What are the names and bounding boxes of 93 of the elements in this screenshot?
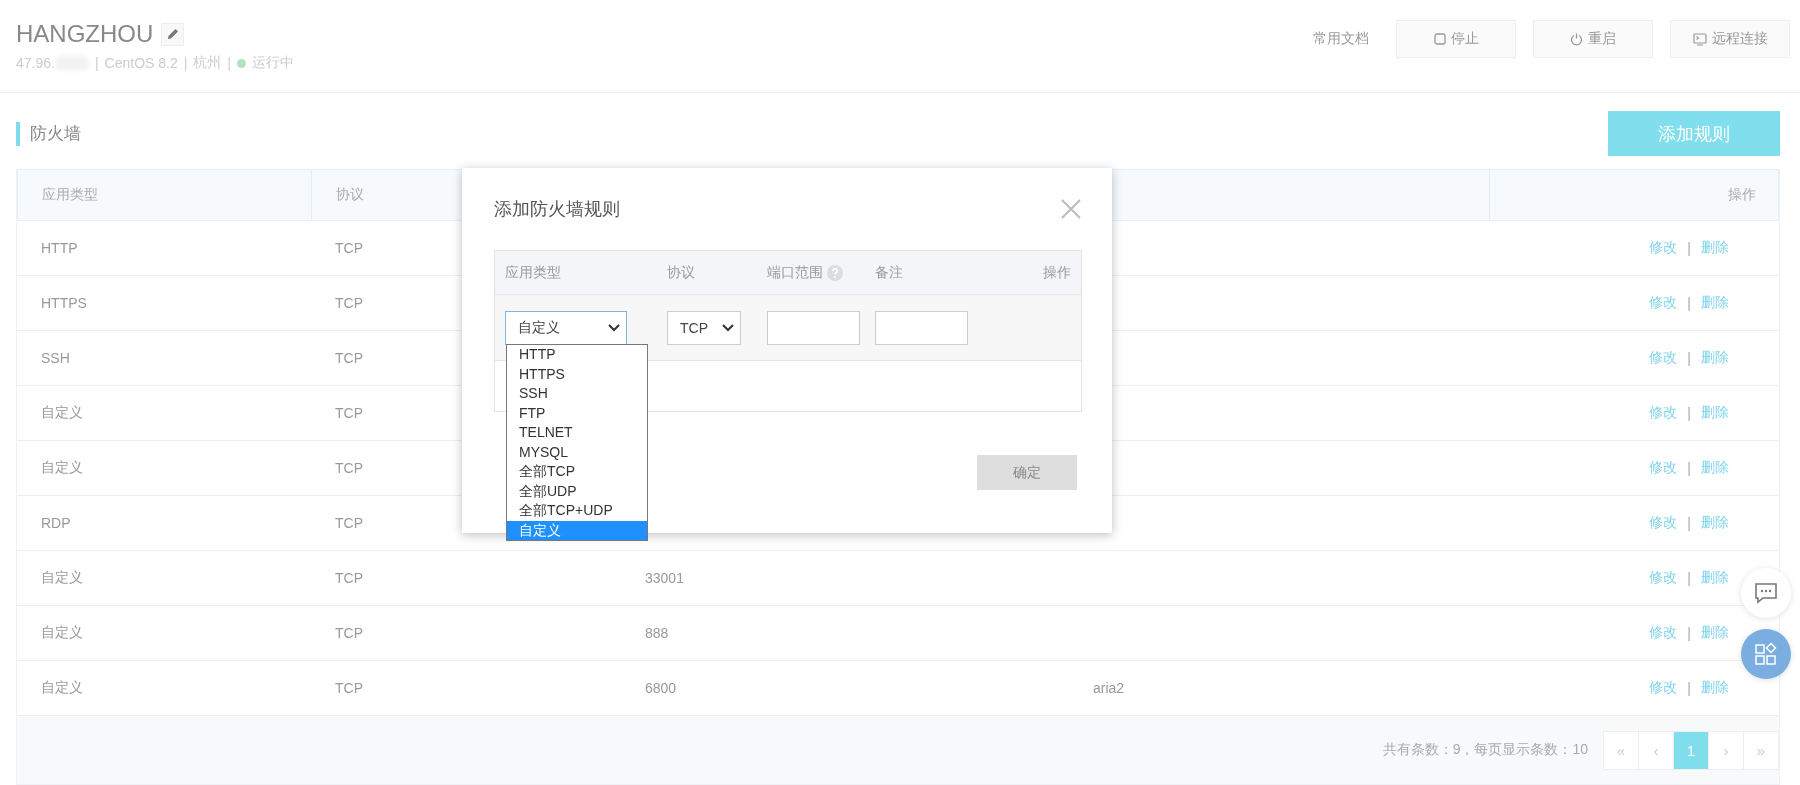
prev-page-button[interactable]: ‹ [1638, 730, 1674, 770]
pencil-icon [165, 27, 180, 41]
separator: | [227, 55, 231, 71]
delete-link[interactable]: 删除 [1701, 294, 1729, 312]
column-header: 端口范围 [767, 263, 823, 282]
separator: | [1687, 240, 1691, 256]
edit-button[interactable] [161, 22, 185, 46]
table-cell: aria2 [1093, 680, 1125, 696]
table-cell: RDP [41, 515, 71, 531]
column-header: 操作 [1043, 263, 1071, 282]
column-header: 应用类型 [505, 263, 561, 282]
caret-icon [608, 323, 620, 332]
separator: | [1687, 570, 1691, 586]
page-button[interactable]: 1 [1673, 730, 1709, 770]
separator: | [1687, 680, 1691, 696]
power-icon [1570, 32, 1583, 46]
table-cell: TCP [335, 350, 363, 366]
apps-button[interactable] [1741, 629, 1791, 679]
table-cell: TCP [335, 515, 363, 531]
edit-link[interactable]: 修改 [1649, 459, 1678, 477]
chat-icon [1754, 582, 1778, 604]
section-title: 防火墙 [16, 121, 81, 146]
note-field[interactable] [875, 310, 968, 345]
close-button[interactable] [1060, 198, 1082, 220]
delete-link[interactable]: 删除 [1701, 569, 1729, 587]
square-icon [1433, 33, 1446, 45]
last-page-button[interactable]: » [1743, 730, 1779, 770]
table-cell: 自定义 [41, 459, 83, 477]
next-page-button[interactable]: › [1708, 730, 1744, 770]
table-cell: TCP [335, 460, 363, 476]
separator: | [1687, 460, 1691, 476]
protocol-select[interactable]: TCP [667, 310, 741, 345]
table-cell: HTTPS [41, 295, 87, 311]
help-icon[interactable] [827, 264, 843, 281]
column-header: 应用类型 [42, 186, 98, 204]
delete-link[interactable]: 删除 [1701, 514, 1729, 532]
delete-link[interactable]: 删除 [1701, 624, 1729, 642]
pagination-summary: 共有条数：9，每页显示条数：10 [1382, 741, 1588, 759]
separator: | [1687, 515, 1691, 531]
remote-button[interactable]: 远程连接 [1670, 20, 1790, 58]
edit-link[interactable]: 修改 [1649, 679, 1678, 697]
dropdown-option[interactable]: 自定义 [507, 520, 647, 540]
delete-link[interactable]: 删除 [1701, 239, 1729, 257]
delete-link[interactable]: 删除 [1701, 349, 1729, 367]
edit-link[interactable]: 修改 [1649, 514, 1678, 532]
terminal-icon [1692, 32, 1707, 46]
edit-link[interactable]: 修改 [1649, 624, 1678, 642]
separator: | [1687, 405, 1691, 421]
table-cell: 自定义 [41, 679, 83, 697]
separator: | [1687, 625, 1691, 641]
add-rule-button[interactable]: 添加规则 [1608, 111, 1780, 156]
server-title: HANGZHOU [16, 20, 154, 48]
delete-link[interactable]: 删除 [1701, 679, 1729, 697]
separator: | [1687, 295, 1691, 311]
table-cell: TCP [335, 625, 363, 641]
column-header: 操作 [1728, 186, 1756, 204]
separator: | [1687, 350, 1691, 366]
stop-button[interactable]: 停止 [1396, 20, 1516, 58]
caret-icon [722, 323, 734, 332]
app-type-select[interactable]: 自定义 [505, 310, 627, 345]
column-header: 协议 [336, 186, 364, 204]
edit-link[interactable]: 修改 [1649, 239, 1678, 257]
status-dot [237, 58, 246, 68]
table-cell: TCP [335, 570, 363, 586]
grid-icon [1754, 642, 1778, 666]
separator: | [94, 55, 99, 71]
table-cell: 自定义 [41, 569, 83, 587]
restart-button[interactable]: 重启 [1533, 20, 1653, 58]
chat-button[interactable] [1741, 568, 1791, 618]
table-cell: SSH [41, 350, 70, 366]
table-cell: TCP [335, 240, 363, 256]
table-cell: 自定义 [41, 404, 83, 422]
table-cell: 33001 [645, 570, 684, 586]
table-cell: 6800 [645, 680, 677, 696]
table-cell: TCP [335, 680, 363, 696]
column-header: 备注 [875, 263, 903, 282]
delete-link[interactable]: 删除 [1701, 404, 1729, 422]
table-cell: HTTP [41, 240, 78, 256]
edit-link[interactable]: 修改 [1649, 294, 1678, 312]
docs-link[interactable]: 常用文档 [1313, 30, 1369, 48]
edit-link[interactable]: 修改 [1649, 404, 1678, 422]
separator: | [183, 55, 188, 71]
edit-link[interactable]: 修改 [1649, 349, 1678, 367]
table-cell: TCP [335, 295, 363, 311]
table-cell: 888 [645, 625, 669, 641]
first-page-button[interactable]: « [1603, 730, 1639, 770]
dialog-title: 添加防火墙规则 [494, 198, 620, 221]
delete-link[interactable]: 删除 [1701, 459, 1729, 477]
table-cell: TCP [335, 405, 363, 421]
port-range-field[interactable] [767, 310, 860, 345]
table-cell: 自定义 [41, 624, 83, 642]
edit-link[interactable]: 修改 [1649, 569, 1678, 587]
column-header: 协议 [667, 263, 695, 282]
